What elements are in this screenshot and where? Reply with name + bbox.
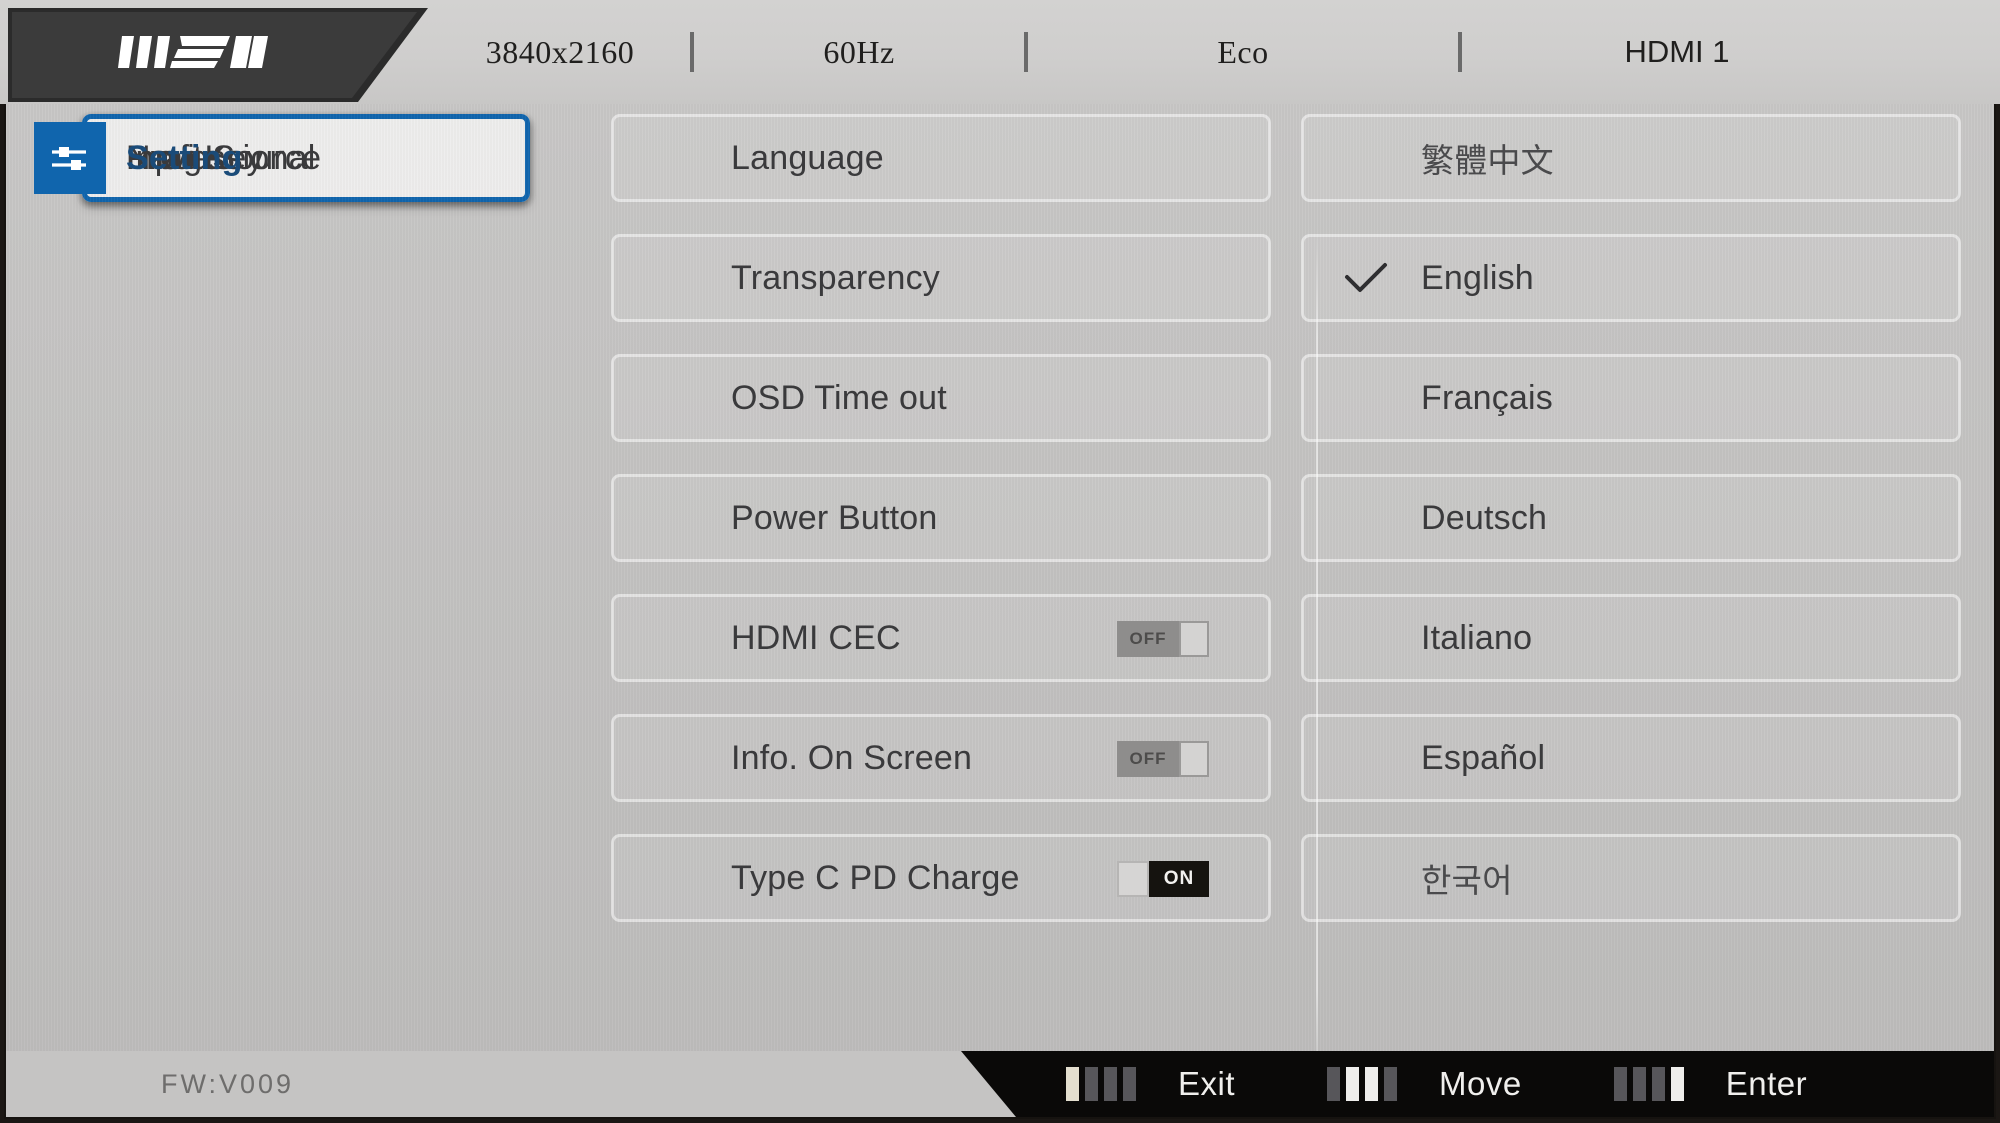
- settings-menu: Language Transparency OSD Time out Power…: [611, 114, 1271, 954]
- language-option-italiano[interactable]: Italiano: [1301, 594, 1961, 682]
- key-bar: [1670, 1067, 1684, 1101]
- language-option-pill: [1301, 234, 1961, 322]
- language-option-pill: [1301, 834, 1961, 922]
- settings-item-label: Transparency: [731, 258, 941, 297]
- settings-item-transparency[interactable]: Transparency: [611, 234, 1271, 322]
- settings-item-label: Type C PD Charge: [731, 858, 1020, 897]
- key-bar: [1384, 1067, 1398, 1101]
- settings-item-hdmi-cec[interactable]: HDMI CEC OFF: [611, 594, 1271, 682]
- check-icon: [1343, 234, 1389, 322]
- sliders-icon: [34, 122, 106, 194]
- key-bar: [1104, 1067, 1117, 1101]
- key-indicator-bars: [1613, 1067, 1684, 1101]
- key-bar: [1123, 1067, 1136, 1101]
- language-option-english[interactable]: English: [1301, 234, 1961, 322]
- settings-item-power-button[interactable]: Power Button: [611, 474, 1271, 562]
- toggle-knob: [1179, 621, 1209, 657]
- language-option-traditional-chinese[interactable]: 繁體中文: [1301, 114, 1961, 202]
- key-bar: [1365, 1067, 1379, 1101]
- settings-item-type-c-pd-charge[interactable]: Type C PD Charge ON: [611, 834, 1271, 922]
- firmware-version: FW:V009: [161, 1068, 295, 1099]
- header-resolution: 3840x2160: [485, 33, 635, 70]
- msi-logo-icon: [118, 36, 268, 68]
- footer-action-label: Exit: [1178, 1065, 1236, 1102]
- info-on-screen-toggle[interactable]: OFF: [1117, 741, 1209, 777]
- footer-action-label: Move: [1439, 1065, 1522, 1102]
- language-option-pill: [1301, 474, 1961, 562]
- settings-item-pill: [611, 114, 1271, 202]
- settings-item-pill: [611, 474, 1271, 562]
- sidebar: Professional Image Input Source Navi Key…: [26, 114, 586, 709]
- footer-left-backdrop: [6, 1051, 1016, 1117]
- language-option-label: Italiano: [1421, 618, 1533, 657]
- settings-item-label: HDMI CEC: [731, 618, 901, 657]
- key-indicator-bars: [1066, 1067, 1136, 1101]
- toggle-knob: [1179, 741, 1209, 777]
- footer-action-label: Enter: [1725, 1065, 1808, 1102]
- language-option-label: Français: [1421, 378, 1553, 417]
- toggle-state-label: OFF: [1117, 741, 1179, 777]
- language-option-espanol[interactable]: Español: [1301, 714, 1961, 802]
- sidebar-item-image[interactable]: Image: [26, 114, 586, 321]
- settings-item-pill: [611, 234, 1271, 322]
- hdmi-cec-toggle[interactable]: OFF: [1117, 621, 1209, 657]
- language-option-pill: [1301, 714, 1961, 802]
- settings-item-label: Info. On Screen: [731, 738, 973, 777]
- type-c-pd-charge-toggle[interactable]: ON: [1117, 861, 1209, 897]
- settings-item-language[interactable]: Language: [611, 114, 1271, 202]
- key-bar: [1346, 1067, 1360, 1101]
- language-option-label: Deutsch: [1421, 498, 1548, 537]
- language-option-label: 繁體中文: [1421, 142, 1554, 179]
- toggle-state-label: OFF: [1117, 621, 1179, 657]
- language-option-pill: [1301, 114, 1961, 202]
- key-bar: [1632, 1067, 1646, 1101]
- language-option-label: 한국어: [1421, 862, 1513, 899]
- key-indicator-bars: [1327, 1067, 1398, 1101]
- footer-action-move[interactable]: Move: [1327, 1065, 1522, 1103]
- osd-header: 3840x2160 60Hz Eco HDMI 1: [0, 0, 2000, 104]
- key-bar: [1085, 1067, 1098, 1101]
- language-option-francais[interactable]: Français: [1301, 354, 1961, 442]
- monitor-osd-root: 3840x2160 60Hz Eco HDMI 1 Professional I…: [0, 0, 2000, 1123]
- language-option-label: English: [1421, 258, 1534, 297]
- header-refresh-rate: 60Hz: [823, 33, 895, 70]
- settings-item-label: OSD Time out: [731, 378, 947, 417]
- language-option-pill: [1301, 594, 1961, 682]
- key-bar: [1066, 1067, 1079, 1101]
- header-eco-mode: Eco: [1217, 33, 1269, 70]
- footer-action-enter[interactable]: Enter: [1613, 1065, 1808, 1103]
- settings-item-label: Power Button: [731, 498, 938, 537]
- sidebar-item-label: Setting: [126, 138, 243, 177]
- osd-main-panel: Professional Image Input Source Navi Key…: [6, 104, 1994, 1094]
- settings-item-label: Language: [731, 138, 884, 177]
- settings-item-info-on-screen[interactable]: Info. On Screen OFF: [611, 714, 1271, 802]
- header-input-source: HDMI 1: [1624, 34, 1730, 69]
- osd-footer: FW:V009 Exit Move Enter: [6, 1051, 1994, 1117]
- sidebar-item-navi-key[interactable]: Navi Key: [26, 114, 586, 559]
- language-list: 繁體中文 English Français Deutsch Italiano E…: [1301, 114, 1961, 954]
- key-bar: [1651, 1067, 1665, 1101]
- language-option-korean[interactable]: 한국어: [1301, 834, 1961, 922]
- header-status-items: 3840x2160 60Hz Eco HDMI 1: [430, 0, 2000, 104]
- language-option-label: Español: [1421, 738, 1546, 777]
- sidebar-item-setting[interactable]: Setting: [26, 114, 586, 678]
- sidebar-item-input-source[interactable]: Input Source: [26, 114, 586, 440]
- settings-item-osd-time-out[interactable]: OSD Time out: [611, 354, 1271, 442]
- key-bar: [1327, 1067, 1341, 1101]
- language-option-pill: [1301, 354, 1961, 442]
- toggle-state-label: ON: [1149, 861, 1209, 897]
- toggle-knob: [1117, 861, 1149, 897]
- key-bar: [1613, 1067, 1627, 1101]
- footer-actions: Exit Move Enter: [1066, 1051, 1807, 1117]
- language-option-deutsch[interactable]: Deutsch: [1301, 474, 1961, 562]
- footer-action-exit[interactable]: Exit: [1066, 1065, 1235, 1103]
